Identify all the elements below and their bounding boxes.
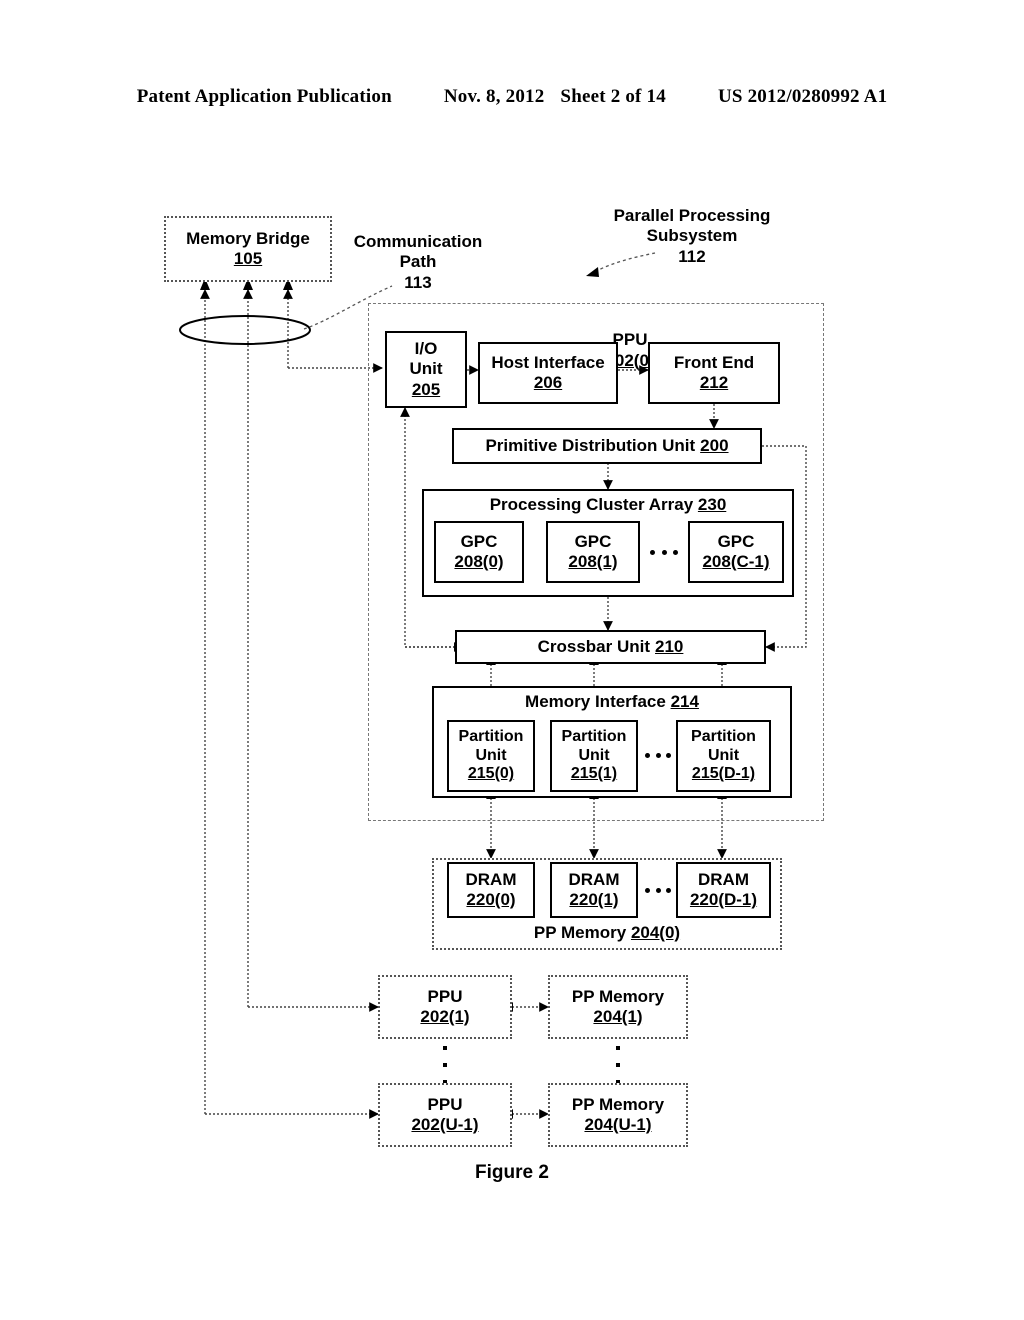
memory-interface-title: Memory Interface 214: [525, 692, 699, 712]
dram-1-block[interactable]: DRAM 220(1): [550, 862, 638, 918]
pp-memory-0-title: PP Memory 204(0): [534, 923, 680, 943]
dram-d1-ref: 220(D-1): [689, 890, 758, 909]
io-unit-name-2: Unit: [409, 359, 443, 379]
figure-caption: Figure 2: [475, 1162, 549, 1183]
pp-memory-1-name: PP Memory: [571, 986, 665, 1006]
ppu-u1-name: PPU: [427, 1094, 463, 1114]
publication-title: Patent Application Publication: [136, 86, 392, 107]
gpc-1-name: GPC: [574, 531, 612, 551]
pp-memory-u1-block[interactable]: PP Memory 204(U-1): [548, 1083, 688, 1147]
partition-unit-ellipsis: [645, 752, 671, 758]
processing-cluster-array-name: Processing Cluster Array: [489, 495, 694, 514]
host-interface-ref: 206: [533, 373, 563, 392]
gpc-0-ref: 208(0): [454, 552, 504, 571]
gpc-c1-block[interactable]: GPC 208(C-1): [688, 521, 784, 583]
gpc-c1-ref: 208(C-1): [702, 552, 770, 571]
pp-memory-0-ref: 204(0): [630, 922, 681, 942]
dram-d1-block[interactable]: DRAM 220(D-1): [676, 862, 771, 918]
pp-memory-u1-ref: 204(U-1): [584, 1115, 652, 1134]
gpc-0-name: GPC: [460, 531, 498, 551]
partition-unit-1-name-2: Unit: [578, 746, 610, 764]
dram-0-ref: 220(0): [466, 890, 516, 909]
dram-1-ref: 220(1): [569, 890, 619, 909]
dram-ellipsis: [645, 887, 671, 893]
communication-path-ellipse: [179, 315, 311, 345]
processing-cluster-array-ref: 230: [697, 495, 727, 514]
pp-memory-column-ellipsis: [616, 1046, 620, 1084]
dram-0-name: DRAM: [465, 869, 517, 889]
host-interface-block[interactable]: Host Interface 206: [478, 342, 618, 404]
partition-unit-1-name-1: Partition: [561, 727, 627, 745]
gpc-1-block[interactable]: GPC 208(1): [546, 521, 640, 583]
memory-interface-ref: 214: [670, 692, 699, 711]
pp-memory-u1-name: PP Memory: [571, 1094, 665, 1114]
io-unit-block[interactable]: I/O Unit 205: [385, 331, 467, 408]
partition-unit-d1-block[interactable]: Partition Unit 215(D-1): [676, 720, 771, 792]
sheet-number: Sheet 2 of 14: [560, 86, 666, 107]
parallel-processing-subsystem-label: Parallel Processing Subsystem 112: [613, 206, 771, 266]
memory-interface-name: Memory Interface: [525, 692, 666, 711]
ppu-column-ellipsis: [443, 1046, 447, 1084]
gpc-ellipsis: [650, 549, 678, 555]
gpc-1-ref: 208(1): [568, 552, 618, 571]
ppu-u1-block[interactable]: PPU 202(U-1): [378, 1083, 512, 1147]
crossbar-unit-name: Crossbar Unit: [537, 636, 651, 656]
dram-0-block[interactable]: DRAM 220(0): [447, 862, 535, 918]
primitive-distribution-unit-name: Primitive Distribution Unit: [485, 435, 696, 455]
partition-unit-d1-ref: 215(D-1): [691, 765, 756, 783]
partition-unit-d1-name-2: Unit: [707, 746, 740, 764]
ppu-u1-ref: 202(U-1): [411, 1115, 479, 1134]
patent-figure-page: Patent Application Publication Nov. 8, 2…: [0, 0, 1024, 1320]
io-unit-ref: 205: [411, 379, 441, 399]
partition-unit-0-name-2: Unit: [475, 746, 507, 764]
memory-bridge-ref: 105: [233, 249, 263, 268]
memory-bridge-block[interactable]: Memory Bridge 105: [164, 216, 332, 282]
communication-path-label: Communication Path 113: [353, 232, 483, 292]
partition-unit-d1-name-1: Partition: [691, 727, 756, 745]
partition-unit-0-name-1: Partition: [458, 727, 524, 745]
pp-memory-0-name: PP Memory: [533, 922, 627, 942]
document-number: US 2012/0280992 A1: [717, 86, 888, 107]
pp-memory-1-block[interactable]: PP Memory 204(1): [548, 975, 688, 1039]
publication-date: Nov. 8, 2012: [443, 86, 545, 107]
front-end-name: Front End: [673, 352, 755, 372]
partition-unit-0-block[interactable]: Partition Unit 215(0): [447, 720, 535, 792]
crossbar-unit-ref: 210: [655, 636, 684, 656]
publication-header: Patent Application Publication Nov. 8, 2…: [0, 86, 1024, 108]
io-unit-name-1: I/O: [414, 339, 438, 359]
primitive-distribution-unit-block[interactable]: Primitive Distribution Unit 200: [452, 428, 762, 464]
ppu-1-block[interactable]: PPU 202(1): [378, 975, 512, 1039]
processing-cluster-array-title: Processing Cluster Array 230: [490, 495, 727, 515]
partition-unit-1-block[interactable]: Partition Unit 215(1): [550, 720, 638, 792]
pp-memory-1-ref: 204(1): [593, 1007, 643, 1026]
dram-1-name: DRAM: [568, 869, 620, 889]
front-end-ref: 212: [699, 373, 729, 392]
gpc-c1-name: GPC: [717, 531, 755, 551]
memory-bridge-name: Memory Bridge: [186, 228, 310, 248]
ppu-1-ref: 202(1): [420, 1007, 470, 1026]
host-interface-name: Host Interface: [491, 352, 605, 372]
partition-unit-0-ref: 215(0): [467, 765, 515, 783]
ppu-1-name: PPU: [427, 986, 463, 1006]
dram-d1-name: DRAM: [698, 869, 749, 889]
crossbar-unit-block[interactable]: Crossbar Unit 210: [455, 630, 766, 664]
primitive-distribution-unit-ref: 200: [700, 435, 729, 455]
partition-unit-1-ref: 215(1): [570, 765, 618, 783]
front-end-block[interactable]: Front End 212: [648, 342, 780, 404]
gpc-0-block[interactable]: GPC 208(0): [434, 521, 524, 583]
